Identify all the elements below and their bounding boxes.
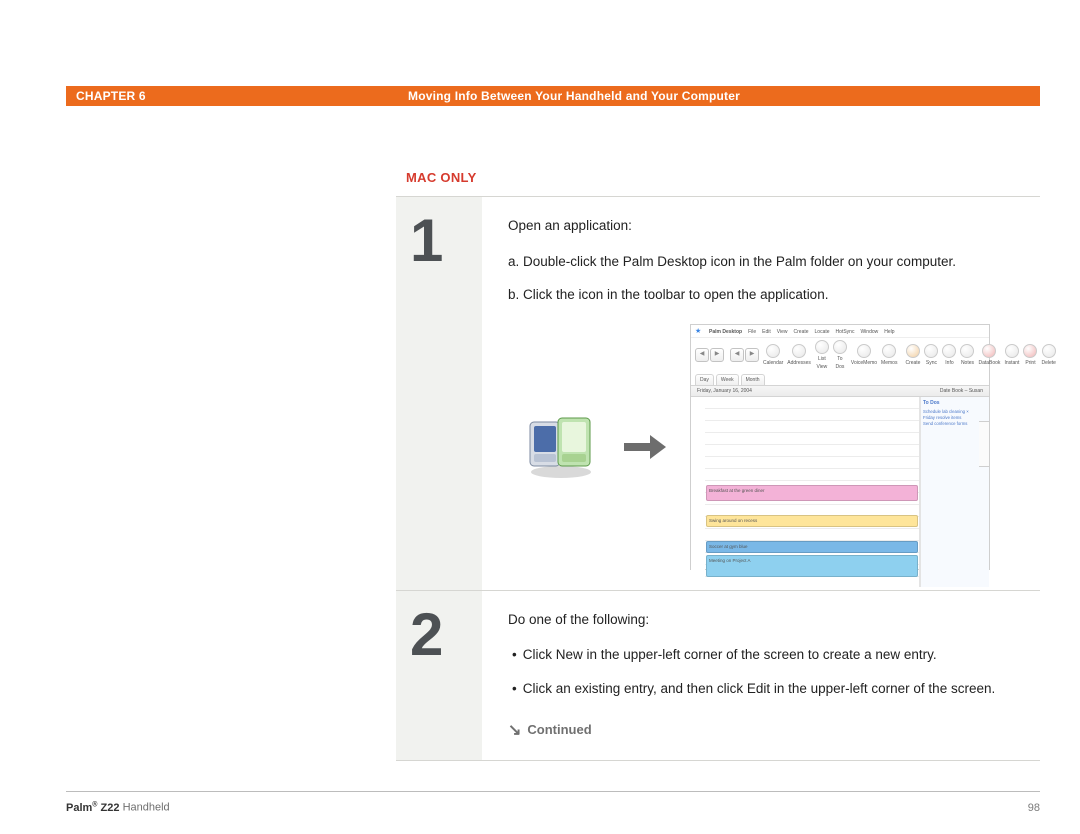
toolbar-icon	[857, 344, 871, 358]
calendar-main: Breakfast at the green diner Swing around…	[691, 397, 989, 587]
toolbar-icon	[906, 344, 920, 358]
step-body: Open an application: a. Double-click the…	[496, 197, 1040, 590]
toolbar-nav: ◀ ▶	[695, 348, 724, 362]
toolbar-button: Memos	[881, 344, 897, 367]
view-tabs: Day Week Month	[691, 374, 989, 385]
calendar-event: Swing around on recess	[706, 515, 918, 527]
step-lead: Do one of the following:	[508, 609, 1024, 631]
bullet-item: Click an existing entry, and then click …	[508, 678, 1024, 700]
menu-item: Window	[860, 328, 878, 336]
illustration-row: ★ Palm Desktop File Edit View Create Loc…	[508, 324, 1024, 570]
product-suffix: Handheld	[123, 802, 170, 814]
chapter-title: Moving Info Between Your Handheld and Yo…	[408, 89, 1040, 103]
toolbar-icon	[833, 340, 847, 354]
app-name: Palm Desktop	[709, 328, 742, 336]
toolbar-icon	[1005, 344, 1019, 358]
toolbar-button: Print	[1023, 344, 1037, 367]
footer-rule	[66, 791, 1040, 792]
page-footer: Palm® Z22 Handheld 98	[66, 801, 1040, 814]
time-gutter	[691, 397, 705, 587]
toolbar-button: Instant	[1004, 344, 1019, 367]
toolbar-icon	[924, 344, 938, 358]
fwd-button: ▶	[710, 348, 724, 362]
step-2: 2 Do one of the following: Click New in …	[396, 590, 1040, 762]
menu-item: View	[777, 328, 788, 336]
continued-indicator: ↘ Continued	[508, 720, 1024, 741]
menu-item: Locate	[815, 328, 830, 336]
nav-button: ▶	[745, 348, 759, 362]
menu-item: Create	[794, 328, 809, 336]
toolbar-button: Sync	[924, 344, 938, 367]
continued-arrow-icon: ↘	[508, 723, 521, 739]
calendar-grid: Breakfast at the green diner Swing around…	[691, 397, 920, 587]
steps-list: 1 Open an application: a. Double-click t…	[396, 196, 1040, 761]
side-header: To Dos	[923, 399, 987, 407]
hour-rows: Breakfast at the green diner Swing around…	[705, 397, 919, 587]
tab-week: Week	[716, 374, 739, 385]
menu-item: Help	[884, 328, 894, 336]
apple-menu-icon: ★	[695, 326, 701, 337]
date-title-strip: Friday, January 16, 2004 Date Book – Sus…	[691, 385, 989, 397]
toolbar-icon	[766, 344, 780, 358]
palm-desktop-icon	[522, 414, 600, 480]
toolbar-button: List View	[815, 340, 829, 371]
back-button: ◀	[695, 348, 709, 362]
substep-a: a. Double-click the Palm Desktop icon in…	[508, 251, 1024, 273]
date-title: Friday, January 16, 2004	[697, 387, 752, 395]
bullet-list: Click New in the upper-left corner of th…	[508, 644, 1024, 699]
arrow-right-icon	[622, 431, 668, 463]
toolbar-icon	[792, 344, 806, 358]
tab-month: Month	[741, 374, 765, 385]
chapter-header-bar: CHAPTER 6 Moving Info Between Your Handh…	[66, 86, 1040, 106]
toolbar-icon	[1042, 344, 1056, 358]
page-number: 98	[1028, 802, 1040, 814]
toolbar-button: To Dos	[833, 340, 847, 371]
menu-item: File	[748, 328, 756, 336]
product-name: Palm® Z22 Handheld	[66, 801, 170, 814]
nav-button: ◀	[730, 348, 744, 362]
step-body: Do one of the following: Click New in th…	[496, 591, 1040, 761]
toolbar-button: Addresses	[787, 344, 811, 367]
calendar-event: Breakfast at the green diner	[706, 485, 918, 501]
toolbar-icon	[960, 344, 974, 358]
substep-b: b. Click the icon in the toolbar to open…	[508, 284, 1024, 306]
palm-desktop-window: ★ Palm Desktop File Edit View Create Loc…	[690, 324, 990, 570]
chapter-number: CHAPTER 6	[66, 89, 408, 103]
toolbar: ◀ ▶ ◀ ▶ Calendar Addresses List View To …	[691, 338, 989, 374]
toolbar-icon	[982, 344, 996, 358]
step-1: 1 Open an application: a. Double-click t…	[396, 196, 1040, 591]
bullet-item: Click New in the upper-left corner of th…	[508, 644, 1024, 666]
platform-label: MAC ONLY	[406, 170, 477, 185]
toolbar-button: DataBook	[978, 344, 1000, 367]
calendar-event: Meeting on Project A	[706, 555, 918, 577]
document-page: CHAPTER 6 Moving Info Between Your Handh…	[0, 0, 1080, 834]
toolbar-button: Notes	[960, 344, 974, 367]
toolbar-icon	[882, 344, 896, 358]
calendar-event: Soccer at gym blue	[706, 541, 918, 553]
menu-item: Edit	[762, 328, 771, 336]
side-line: Send conference forms	[923, 421, 987, 427]
toolbar-button: Create	[905, 344, 920, 367]
product-brand: Palm	[66, 802, 92, 814]
toolbar-icon	[942, 344, 956, 358]
step-number: 1	[396, 197, 496, 590]
tab-day: Day	[695, 374, 714, 385]
toolbar-button: VoiceMemo	[851, 344, 877, 367]
toolbar-button: Delete	[1041, 344, 1055, 367]
toolbar-button: Calendar	[763, 344, 783, 367]
toolbar-nav2: ◀ ▶	[730, 348, 759, 362]
step-number: 2	[396, 591, 496, 761]
window-title: Date Book – Susan	[940, 387, 983, 395]
toolbar-icon	[1023, 344, 1037, 358]
continued-label: Continued	[527, 720, 591, 741]
mac-menubar: ★ Palm Desktop File Edit View Create Loc…	[691, 325, 989, 338]
side-tab-stub	[979, 421, 990, 467]
toolbar-icon	[815, 340, 829, 354]
menu-item: HotSync	[836, 328, 855, 336]
step-lead: Open an application:	[508, 215, 1024, 237]
product-model: Z22	[101, 802, 120, 814]
toolbar-button: Info	[942, 344, 956, 367]
